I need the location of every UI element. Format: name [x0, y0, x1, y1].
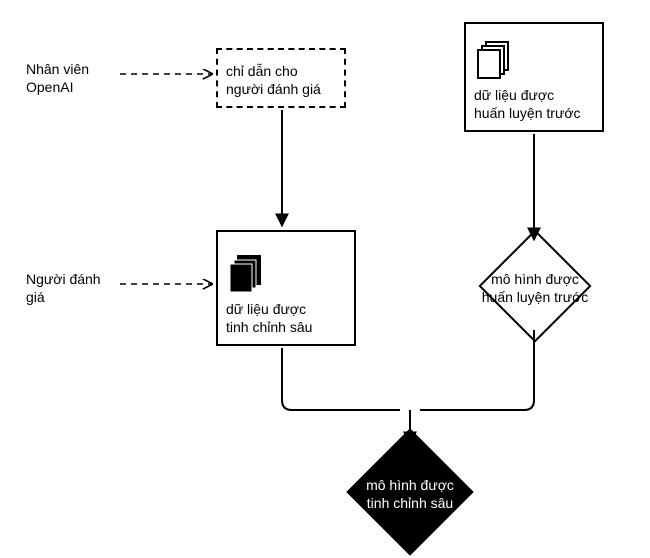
node-pretrain-data-text: dữ liệu được huấn luyện trước — [474, 86, 594, 122]
label-staff: Nhân viên OpenAI — [26, 60, 89, 96]
node-instructions-text: chỉ dẫn cho người đánh giá — [226, 62, 336, 98]
documents-filled-icon — [226, 254, 266, 294]
node-finetune-data-text: dữ liệu được tinh chỉnh sâu — [226, 300, 346, 336]
documents-icon — [474, 40, 514, 80]
node-finetune-model-text: mô hình được tinh chỉnh sâu — [350, 476, 470, 512]
node-instructions: chỉ dẫn cho người đánh giá — [216, 48, 346, 108]
node-pretrain-data: dữ liệu được huấn luyện trước — [464, 22, 604, 132]
node-finetune-data: dữ liệu được tinh chỉnh sâu — [216, 230, 356, 346]
label-evaluator: Người đánh giá — [26, 270, 101, 306]
node-pretrain-model: mô hình được huấn luyện trước — [460, 226, 610, 346]
node-pretrain-model-text: mô hình được huấn luyện trước — [475, 270, 595, 306]
diagram-stage: Nhân viên OpenAI Người đánh giá chỉ dẫn … — [0, 0, 650, 558]
node-finetune-model: mô hình được tinh chỉnh sâu — [330, 432, 490, 552]
